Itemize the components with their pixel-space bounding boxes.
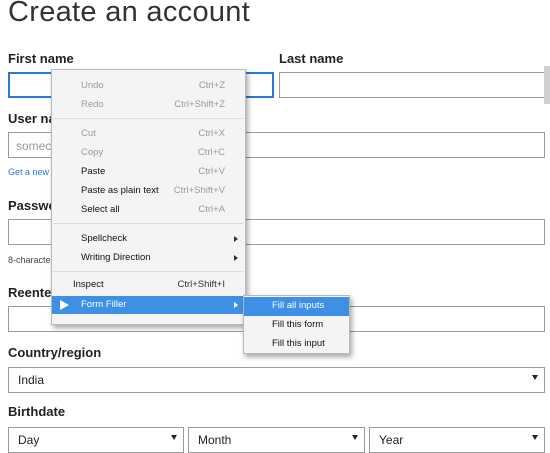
last-name-input[interactable] (279, 72, 545, 98)
menu-item-label: Spellcheck (81, 233, 127, 244)
menu-separator (53, 223, 244, 224)
country-select[interactable]: India (8, 367, 545, 393)
month-select[interactable]: Month (188, 427, 365, 453)
password-hint: 8-characte (8, 255, 51, 265)
form-filler-submenu: Fill all inputs Fill this form Fill this… (243, 295, 350, 354)
menu-item-copy[interactable]: Copy Ctrl+C (52, 144, 245, 162)
reenter-password-label: Reenter (8, 285, 57, 300)
submenu-item-label: Fill all inputs (272, 300, 325, 311)
chevron-down-icon (171, 435, 177, 440)
password-label: Passwo (8, 198, 57, 213)
chevron-down-icon (532, 435, 538, 440)
menu-item-label: Writing Direction (81, 252, 151, 263)
chevron-right-icon (234, 255, 238, 261)
menu-item-label: Undo (81, 80, 104, 91)
month-value: Month (198, 433, 232, 447)
menu-item-label: Form Filler (81, 299, 127, 310)
menu-item-undo[interactable]: Undo Ctrl+Z (52, 77, 245, 95)
country-label: Country/region (8, 345, 102, 360)
menu-item-shortcut: Ctrl+V (198, 166, 225, 177)
page-title: Create an account (8, 0, 251, 28)
menu-item-redo[interactable]: Redo Ctrl+Shift+Z (52, 96, 245, 114)
menu-item-shortcut: Ctrl+Z (198, 80, 225, 91)
submenu-item-fill-all-inputs[interactable]: Fill all inputs (244, 297, 349, 316)
scrollbar[interactable] (544, 66, 550, 104)
last-name-label: Last name (279, 51, 344, 66)
menu-item-inspect[interactable]: Inspect Ctrl+Shift+I (52, 276, 245, 294)
menu-item-spellcheck[interactable]: Spellcheck (52, 230, 245, 248)
menu-item-shortcut: Ctrl+A (198, 204, 225, 215)
menu-item-paste-plain[interactable]: Paste as plain text Ctrl+Shift+V (52, 182, 245, 200)
year-select[interactable]: Year (369, 427, 545, 453)
submenu-item-fill-this-form[interactable]: Fill this form (244, 316, 349, 335)
menu-item-paste[interactable]: Paste Ctrl+V (52, 163, 245, 181)
birthdate-label: Birthdate (8, 404, 66, 419)
chevron-down-icon (352, 435, 358, 440)
day-value: Day (18, 433, 40, 447)
country-value: India (18, 373, 45, 387)
menu-item-shortcut: Ctrl+Shift+I (177, 279, 225, 290)
menu-item-shortcut: Ctrl+X (198, 128, 225, 139)
menu-separator (53, 118, 244, 119)
form-filler-icon (60, 300, 69, 310)
chevron-right-icon (234, 302, 238, 308)
submenu-item-label: Fill this input (272, 338, 325, 349)
menu-item-label: Cut (81, 128, 96, 139)
first-name-label: First name (8, 51, 74, 66)
menu-item-writing-direction[interactable]: Writing Direction (52, 249, 245, 267)
chevron-down-icon (532, 375, 538, 380)
chevron-right-icon (234, 236, 238, 242)
submenu-item-fill-this-input[interactable]: Fill this input (244, 335, 349, 354)
menu-item-label: Copy (81, 147, 104, 158)
menu-separator (53, 271, 244, 272)
menu-item-select-all[interactable]: Select all Ctrl+A (52, 201, 245, 219)
day-select[interactable]: Day (8, 427, 184, 453)
submenu-item-label: Fill this form (272, 319, 324, 330)
menu-item-shortcut: Ctrl+Shift+V (173, 185, 225, 196)
menu-item-label: Paste as plain text (81, 185, 159, 196)
menu-item-label: Paste (81, 166, 106, 177)
menu-item-label: Redo (81, 99, 104, 110)
get-new-address-link[interactable]: Get a new (8, 167, 49, 177)
username-label: User na (8, 111, 56, 126)
menu-item-cut[interactable]: Cut Ctrl+X (52, 125, 245, 143)
year-value: Year (379, 433, 404, 447)
menu-item-shortcut: Ctrl+Shift+Z (174, 99, 225, 110)
menu-item-shortcut: Ctrl+C (197, 147, 225, 158)
menu-item-label: Inspect (73, 279, 104, 290)
context-menu: Undo Ctrl+Z Redo Ctrl+Shift+Z Cut Ctrl+X… (51, 69, 246, 325)
menu-item-label: Select all (81, 204, 120, 215)
menu-item-form-filler[interactable]: Form Filler (52, 296, 245, 314)
